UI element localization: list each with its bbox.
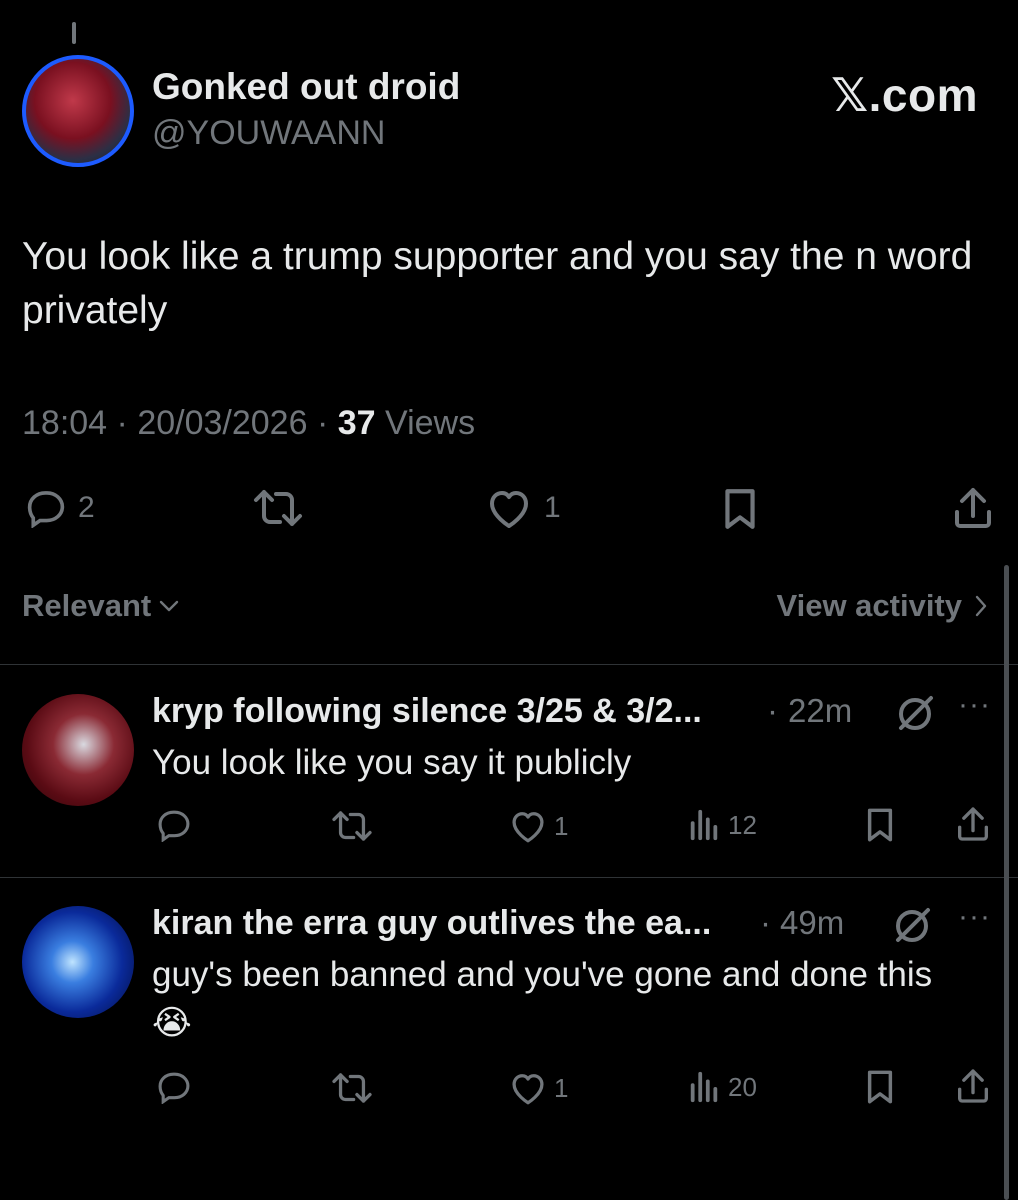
reply-text-content: guy's been banned and you've gone and do… xyxy=(152,955,933,994)
views-icon xyxy=(690,1071,718,1103)
sort-dropdown[interactable]: Relevant xyxy=(22,588,179,624)
tweet-text: You look like a trump supporter and you … xyxy=(22,235,973,332)
chevron-right-icon xyxy=(975,595,987,617)
repost-icon xyxy=(332,1073,372,1103)
views-button[interactable]: 20 xyxy=(688,1070,757,1104)
author-avatar[interactable] xyxy=(22,55,134,167)
reply-time: 22m xyxy=(788,692,853,729)
meta-separator: · xyxy=(760,904,771,941)
like-button[interactable]: 1 xyxy=(508,1070,568,1106)
repost-icon xyxy=(332,811,372,841)
reply-text: guy's been banned and you've gone and do… xyxy=(152,950,1002,1046)
views-count: 12 xyxy=(728,809,757,840)
bookmark-icon xyxy=(867,808,893,842)
share-icon xyxy=(958,1069,988,1103)
tweet-time: 18:04 xyxy=(22,404,108,442)
share-icon xyxy=(958,807,988,841)
reply-button[interactable] xyxy=(155,1070,193,1104)
reply-avatar[interactable] xyxy=(22,694,134,806)
bookmark-icon xyxy=(867,1070,893,1104)
reply-avatar[interactable] xyxy=(22,906,134,1018)
reply-icon xyxy=(158,1072,190,1104)
more-options-icon[interactable]: ··· xyxy=(958,688,991,722)
views-count: 37 xyxy=(337,404,376,442)
share-button[interactable] xyxy=(954,804,992,844)
author-display-name[interactable]: Gonked out droid xyxy=(152,66,460,108)
repost-button[interactable] xyxy=(330,1070,374,1106)
reply-icon xyxy=(158,810,190,842)
repost-button[interactable] xyxy=(252,486,304,530)
grok-icon[interactable] xyxy=(895,694,935,734)
tweet-date: 20/03/2026 xyxy=(137,404,308,442)
repost-icon xyxy=(254,490,302,526)
views-label: Views xyxy=(385,404,476,442)
heart-icon xyxy=(512,1074,544,1105)
chevron-down-icon xyxy=(160,600,179,612)
views-button[interactable]: 12 xyxy=(688,808,757,842)
x-brand-logo: 𝕏.com xyxy=(831,69,978,121)
reply-icon xyxy=(27,491,65,528)
sort-label: Relevant xyxy=(22,588,152,623)
view-activity-label: View activity xyxy=(776,588,962,623)
divider xyxy=(0,664,1018,665)
heart-icon xyxy=(490,491,528,528)
reply-button[interactable] xyxy=(155,808,193,842)
view-activity-link[interactable]: View activity xyxy=(776,588,988,624)
views-icon xyxy=(690,809,718,841)
share-button[interactable] xyxy=(954,1066,992,1106)
meta-separator: · xyxy=(116,404,138,442)
bookmark-button[interactable] xyxy=(862,806,898,844)
bookmark-button[interactable] xyxy=(862,1068,898,1106)
reply-text: You look like you say it publicly xyxy=(152,743,632,782)
tweet-meta: 18:04 · 20/03/2026 · 37 Views xyxy=(22,404,475,443)
grok-icon[interactable] xyxy=(892,906,932,946)
reply-author-name[interactable]: kiran the erra guy outlives the ea... xyxy=(152,904,711,943)
repost-button[interactable] xyxy=(330,808,374,844)
bookmark-button[interactable] xyxy=(718,486,762,532)
like-button[interactable]: 1 xyxy=(484,486,561,530)
meta-separator: · xyxy=(316,404,338,442)
crying-emoji: 😭 xyxy=(152,1004,192,1042)
like-count: 1 xyxy=(554,810,569,841)
more-options-icon[interactable]: ··· xyxy=(958,900,991,934)
like-count: 1 xyxy=(554,1072,569,1103)
reply-button[interactable]: 2 xyxy=(24,488,95,528)
share-button[interactable] xyxy=(950,484,996,532)
bookmark-icon xyxy=(725,489,755,529)
like-button[interactable]: 1 xyxy=(508,808,568,844)
divider xyxy=(0,877,1018,878)
reply-time: 49m xyxy=(780,904,845,941)
meta-separator: · xyxy=(767,692,778,729)
views-count: 20 xyxy=(728,1071,757,1102)
reply-author-name[interactable]: kryp following silence 3/25 & 3/2... xyxy=(152,692,702,731)
author-handle[interactable]: @YOUWAANN xyxy=(152,114,385,153)
drag-handle xyxy=(72,22,76,44)
heart-icon xyxy=(512,812,544,843)
like-count: 1 xyxy=(544,491,561,524)
reply-count: 2 xyxy=(78,491,95,524)
scrollbar[interactable] xyxy=(1004,565,1009,1200)
share-icon xyxy=(955,488,991,528)
